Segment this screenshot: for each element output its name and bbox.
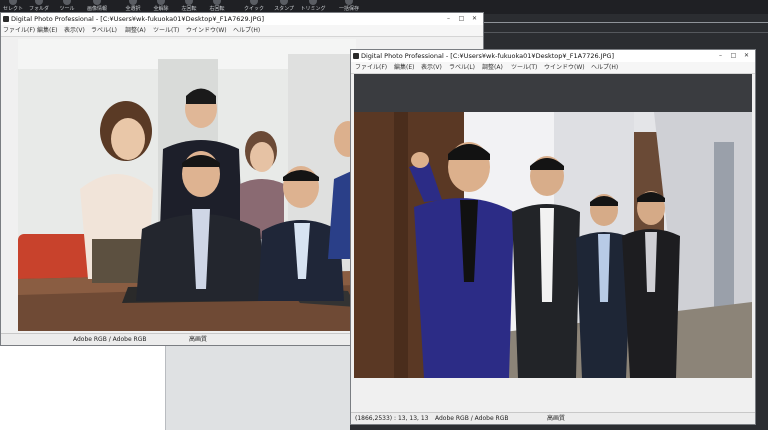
status-bar: (1866,2533) : 13, 13, 13 Adobe RGB / Ado… — [351, 412, 755, 424]
window-title: Digital Photo Professional - [C:¥Users¥w… — [11, 15, 265, 23]
minimize-button[interactable]: – — [444, 15, 453, 23]
menu-label[interactable]: ラベル(L) — [91, 25, 117, 36]
title-bar[interactable]: Digital Photo Professional - [C:¥Users¥w… — [351, 50, 755, 62]
divider — [484, 22, 768, 23]
pixel-coords-readout: (1866,2533) : 13, 13, 13 — [355, 415, 429, 422]
maximize-button[interactable]: □ — [457, 15, 466, 23]
photo-group-hallway — [354, 112, 752, 378]
app-icon — [3, 16, 9, 22]
close-button[interactable]: ✕ — [470, 15, 479, 23]
divider — [165, 346, 166, 430]
menu-bar: ファイル(F) 編集(E) 表示(V) ラベル(L) 調整(A) ツール(T) … — [1, 25, 483, 37]
menu-view[interactable]: 表示(V) — [421, 62, 442, 73]
quality-label: 高画質 — [547, 415, 566, 422]
menu-window[interactable]: ウインドウ(W) — [544, 62, 585, 73]
viewport-margin — [354, 74, 752, 112]
background-panel — [0, 346, 165, 430]
menu-adjust[interactable]: 調整(A) — [482, 62, 503, 73]
image-window-right[interactable]: Digital Photo Professional - [C:¥Users¥w… — [350, 49, 756, 425]
maximize-button[interactable]: □ — [729, 52, 738, 60]
close-button[interactable]: ✕ — [742, 52, 751, 60]
menu-window[interactable]: ウインドウ(W) — [186, 25, 227, 36]
window-title: Digital Photo Professional - [C:¥Users¥w… — [361, 52, 615, 60]
menu-edit[interactable]: 編集(E) — [37, 25, 57, 36]
menu-view[interactable]: 表示(V) — [64, 25, 85, 36]
menu-tools[interactable]: ツール(T) — [153, 25, 179, 36]
menu-help[interactable]: ヘルプ(H) — [233, 25, 260, 36]
menu-bar: ファイル(F) 編集(E) 表示(V) ラベル(L) 調整(A) ツール(T) … — [351, 62, 755, 74]
menu-adjust[interactable]: 調整(A) — [125, 25, 146, 36]
image-viewport[interactable] — [18, 39, 356, 331]
menu-file[interactable]: ファイル(F) — [3, 25, 35, 36]
menu-file[interactable]: ファイル(F) — [355, 62, 387, 73]
color-space-label: Adobe RGB / Adobe RGB — [73, 336, 147, 343]
app-icon — [353, 53, 359, 59]
color-space-label: Adobe RGB / Adobe RGB — [435, 415, 509, 422]
divider — [484, 32, 768, 33]
photo-group-office — [18, 39, 356, 331]
menu-help[interactable]: ヘルプ(H) — [591, 62, 618, 73]
minimize-button[interactable]: – — [716, 52, 725, 60]
menu-label[interactable]: ラベル(L) — [449, 62, 475, 73]
quality-label: 高画質 — [189, 336, 208, 343]
menu-edit[interactable]: 編集(E) — [394, 62, 414, 73]
background-panel — [165, 346, 350, 430]
image-viewport[interactable] — [354, 112, 752, 378]
menu-tools[interactable]: ツール(T) — [511, 62, 537, 73]
title-bar[interactable]: Digital Photo Professional - [C:¥Users¥w… — [1, 13, 483, 25]
